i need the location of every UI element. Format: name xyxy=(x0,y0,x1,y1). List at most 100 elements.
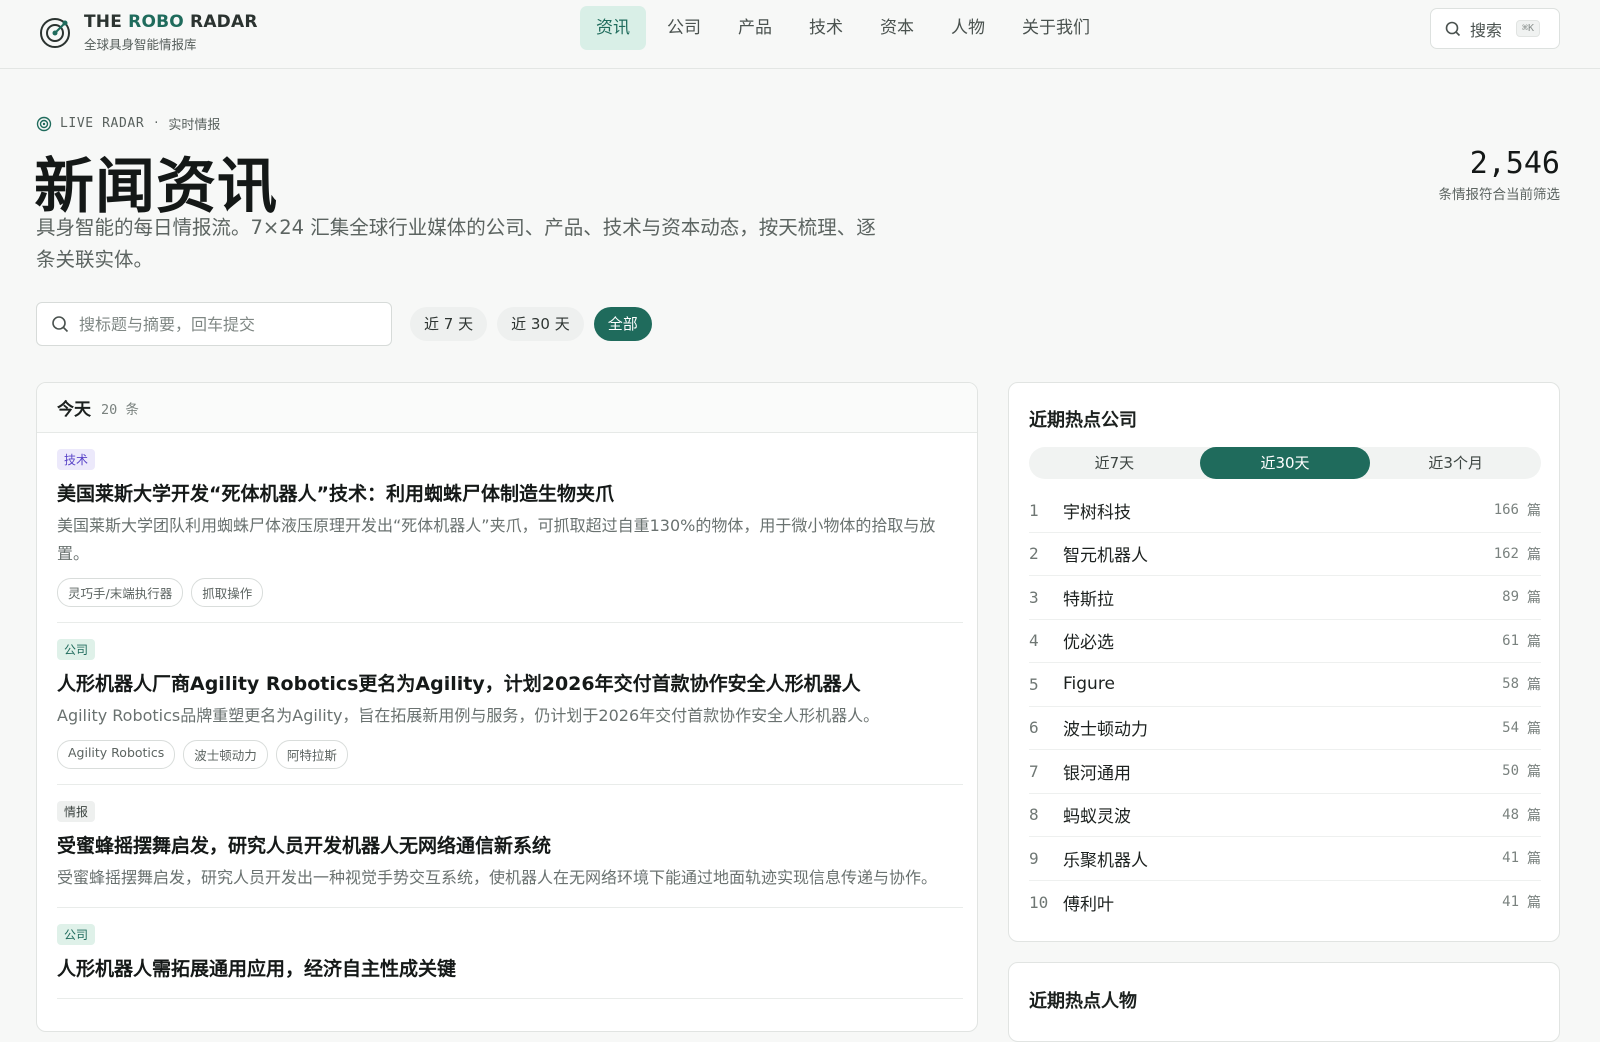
nav-news[interactable]: 资讯 xyxy=(580,6,646,50)
brand[interactable]: THE ROBO RADAR 全球具身智能情报库 xyxy=(38,12,258,53)
news-title[interactable]: 美国莱斯大学开发“死体机器人”技术：利用蜘蛛尸体制造生物夹爪 xyxy=(57,480,963,508)
entity-tag[interactable]: Agility Robotics xyxy=(57,740,176,769)
article-count: 58 xyxy=(1502,676,1519,693)
category-badge: 公司 xyxy=(57,924,96,945)
hot-range-7-days[interactable]: 近7天 xyxy=(1029,447,1200,479)
company-name: 傅利叶 xyxy=(1063,894,1114,915)
entity-tags: 灵巧手/末端执行器 抓取操作 xyxy=(57,578,963,607)
rank-number: 2 xyxy=(1029,544,1039,564)
company-name: 波士顿动力 xyxy=(1063,720,1148,741)
company-name: 乐聚机器人 xyxy=(1063,850,1148,871)
rank-number: 9 xyxy=(1029,848,1039,868)
company-name: 特斯拉 xyxy=(1063,589,1114,610)
news-summary: 受蜜蜂摇摆舞启发，研究人员开发出一种视觉手势交互系统，使机器人在无网络环境下能通… xyxy=(57,868,938,887)
hot-companies-panel: 近期热点公司 近7天 近30天 近3个月 1 宇树科技 166 篇 2 智元机器人 162… xyxy=(1008,382,1560,942)
result-count-label: 条情报符合当前筛选 xyxy=(1438,187,1561,203)
company-name: 银河通用 xyxy=(1063,763,1131,784)
eyebrow-separator: · xyxy=(154,116,159,131)
company-rank-row[interactable]: 6 波士顿动力 54 篇 xyxy=(1029,707,1541,750)
article-unit: 篇 xyxy=(1527,677,1541,694)
brand-subtitle: 全球具身智能情报库 xyxy=(84,37,197,52)
rank-number: 1 xyxy=(1029,500,1039,520)
article-count: 48 xyxy=(1502,806,1519,823)
article-count: 54 xyxy=(1502,719,1519,736)
company-name: 优必选 xyxy=(1063,633,1114,654)
hot-people-title: 近期热点人物 xyxy=(1029,991,1137,1012)
company-rank-row[interactable]: 3 特斯拉 89 篇 xyxy=(1029,576,1541,620)
article-unit: 篇 xyxy=(1527,546,1541,563)
hot-companies-title: 近期热点公司 xyxy=(1029,410,1137,431)
article-unit: 篇 xyxy=(1527,720,1541,737)
article-unit: 篇 xyxy=(1527,503,1541,520)
news-item: 情报 受蜜蜂摇摆舞启发，研究人员开发机器人无网络通信新系统 受蜜蜂摇摆舞启发，研… xyxy=(57,785,963,908)
company-rank-row[interactable]: 5 Figure 58 篇 xyxy=(1029,663,1541,707)
company-name: 蚂蚁灵波 xyxy=(1063,807,1131,828)
hot-companies-range: 近7天 近30天 近3个月 xyxy=(1029,447,1541,479)
article-unit: 篇 xyxy=(1527,851,1541,868)
article-unit: 篇 xyxy=(1527,764,1541,781)
page-description: 具身智能的每日情报流。7×24 汇集全球行业媒体的公司、产品、技术与资本动态，按… xyxy=(36,216,876,271)
range-all[interactable]: 全部 xyxy=(593,307,652,341)
company-rank-row[interactable]: 8 蚂蚁灵波 48 篇 xyxy=(1029,794,1541,837)
category-badge: 情报 xyxy=(57,801,96,822)
top-navbar: THE ROBO RADAR 全球具身智能情报库 资讯 公司 产品 技术 资本 … xyxy=(0,0,1600,69)
company-name: 智元机器人 xyxy=(1063,546,1148,567)
time-range-filter: 近 7 天 近 30 天 全部 xyxy=(410,307,662,341)
rank-number: 7 xyxy=(1029,761,1039,781)
article-unit: 篇 xyxy=(1527,895,1541,912)
company-rank-row[interactable]: 2 智元机器人 162 篇 xyxy=(1029,533,1541,576)
news-summary: 美国莱斯大学团队利用蜘蛛尸体液压原理开发出“死体机器人”夹爪，可抓取超过自重13… xyxy=(57,516,936,563)
range-7-days[interactable]: 近 7 天 xyxy=(410,307,488,341)
article-count: 50 xyxy=(1502,763,1519,780)
entity-tag[interactable]: 阿特拉斯 xyxy=(275,740,348,769)
entity-tags: Agility Robotics 波士顿动力 阿特拉斯 xyxy=(57,740,963,769)
nav-capital[interactable]: 资本 xyxy=(864,6,930,50)
search-label: 搜索 xyxy=(1470,20,1503,40)
news-item: 技术 美国莱斯大学开发“死体机器人”技术：利用蜘蛛尸体制造生物夹爪 美国莱斯大学… xyxy=(57,433,963,623)
eyebrow-cn: 实时情报 xyxy=(168,118,221,133)
hot-range-30-days[interactable]: 近30天 xyxy=(1199,447,1371,479)
eyebrow: LIVE RADAR · 实时情报 xyxy=(36,114,220,133)
rank-number: 5 xyxy=(1029,674,1039,694)
article-count: 166 xyxy=(1493,502,1519,519)
article-count: 89 xyxy=(1502,589,1519,606)
category-badge: 技术 xyxy=(57,449,96,470)
news-item: 公司 人形机器人需拓展通用应用，经济自主性成关键 xyxy=(57,908,963,999)
company-rank-row[interactable]: 1 宇树科技 166 篇 xyxy=(1029,489,1541,533)
company-rank-row[interactable]: 4 优必选 61 篇 xyxy=(1029,620,1541,663)
global-search-button[interactable]: 搜索 ⌘K xyxy=(1430,8,1560,49)
search-icon xyxy=(52,316,69,333)
search-shortcut: ⌘K xyxy=(1516,20,1541,37)
nav-about[interactable]: 关于我们 xyxy=(1006,6,1106,50)
company-rank-row[interactable]: 7 银河通用 50 篇 xyxy=(1029,750,1541,794)
rank-number: 6 xyxy=(1029,718,1039,738)
news-title[interactable]: 受蜜蜂摇摆舞启发，研究人员开发机器人无网络通信新系统 xyxy=(57,832,963,860)
hot-people-panel: 近期热点人物 xyxy=(1008,962,1560,1042)
entity-tag[interactable]: 波士顿动力 xyxy=(183,740,268,769)
news-summary: Agility Robotics品牌重塑更名为Agility，旨在拓展新用例与服… xyxy=(57,706,880,725)
range-30-days[interactable]: 近 30 天 xyxy=(497,307,584,341)
company-rank-row[interactable]: 9 乐聚机器人 41 篇 xyxy=(1029,837,1541,881)
article-count: 41 xyxy=(1502,850,1519,867)
news-title[interactable]: 人形机器人厂商Agility Robotics更名为Agility，计划2026… xyxy=(57,670,963,698)
news-group-count: 20 条 xyxy=(101,401,139,418)
news-title[interactable]: 人形机器人需拓展通用应用，经济自主性成关键 xyxy=(57,955,963,983)
nav-products[interactable]: 产品 xyxy=(722,6,788,50)
company-rank-row[interactable]: 10 傅利叶 41 篇 xyxy=(1029,881,1541,925)
category-badge: 公司 xyxy=(57,639,96,660)
live-radar-icon xyxy=(36,116,52,131)
news-group-label: 今天 xyxy=(57,400,91,420)
news-feed: 今天 20 条 技术 美国莱斯大学开发“死体机器人”技术：利用蜘蛛尸体制造生物夹… xyxy=(36,382,978,1032)
nav-companies[interactable]: 公司 xyxy=(651,6,717,50)
article-unit: 篇 xyxy=(1527,807,1541,824)
article-unit: 篇 xyxy=(1527,633,1541,650)
nav-people[interactable]: 人物 xyxy=(935,6,1001,50)
nav-technology[interactable]: 技术 xyxy=(793,6,859,50)
entity-tag[interactable]: 灵巧手/末端执行器 xyxy=(57,578,184,607)
hot-companies-list: 1 宇树科技 166 篇 2 智元机器人 162 篇 3 特斯拉 89 篇 4 优必选 61 篇 5 Fi… xyxy=(1029,489,1541,924)
entity-tag[interactable]: 抓取操作 xyxy=(191,578,264,607)
rank-number: 4 xyxy=(1029,631,1039,651)
hot-range-3-months[interactable]: 近3个月 xyxy=(1370,447,1541,479)
news-search-input[interactable] xyxy=(79,314,379,334)
news-search-box xyxy=(36,302,392,346)
